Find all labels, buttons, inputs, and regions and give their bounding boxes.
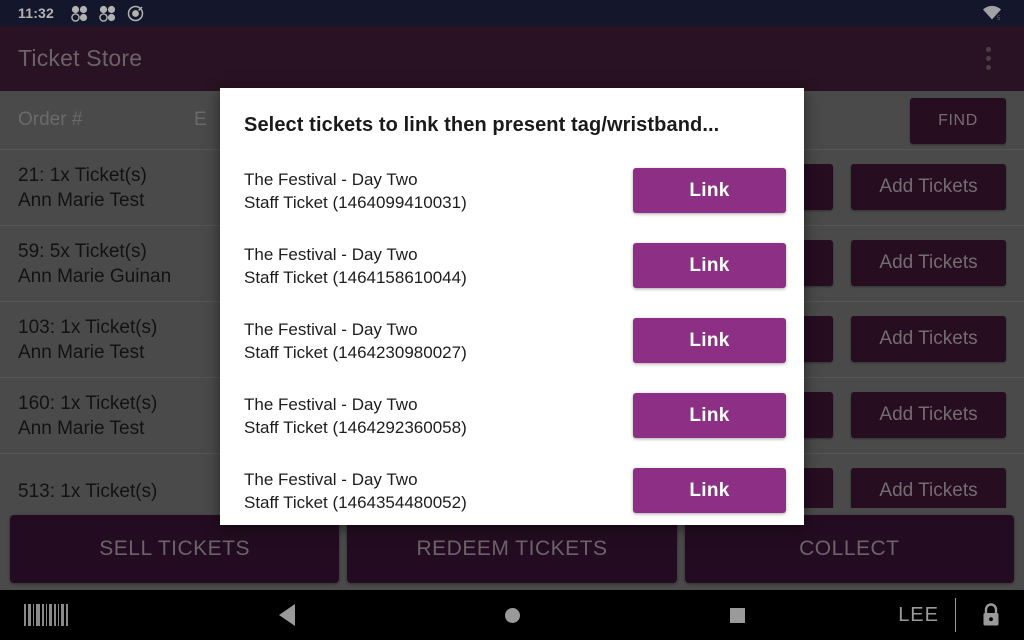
list-item[interactable]: The Festival - Day Two Staff Ticket (146… bbox=[220, 453, 804, 525]
ticket-detail: Staff Ticket (1464099410031) bbox=[244, 192, 467, 212]
ticket-info: The Festival - Day Two Staff Ticket (146… bbox=[244, 168, 633, 214]
list-item[interactable]: The Festival - Day Two Staff Ticket (146… bbox=[220, 378, 804, 453]
back-triangle-icon[interactable] bbox=[279, 604, 295, 626]
ticket-event-name: The Festival - Day Two bbox=[244, 244, 418, 264]
ticket-event-name: The Festival - Day Two bbox=[244, 169, 418, 189]
link-tickets-dialog: Select tickets to link then present tag/… bbox=[220, 88, 804, 525]
home-circle-icon[interactable] bbox=[505, 607, 520, 623]
ticket-info: The Festival - Day Two Staff Ticket (146… bbox=[244, 243, 633, 289]
ticket-detail: Staff Ticket (1464292360058) bbox=[244, 417, 467, 437]
ticket-detail: Staff Ticket (1464158610044) bbox=[244, 267, 467, 287]
ticket-detail: Staff Ticket (1464230980027) bbox=[244, 342, 467, 362]
list-item[interactable]: The Festival - Day Two Staff Ticket (146… bbox=[220, 228, 804, 303]
nav-buttons bbox=[0, 590, 1024, 640]
device-screen: 11:32 5 Ticket Store Order # E FIND 21: … bbox=[0, 0, 1024, 640]
list-item[interactable]: The Festival - Day Two Staff Ticket (146… bbox=[220, 303, 804, 378]
ticket-info: The Festival - Day Two Staff Ticket (146… bbox=[244, 318, 633, 364]
barcode-icon[interactable] bbox=[24, 604, 68, 626]
ticket-info: The Festival - Day Two Staff Ticket (146… bbox=[244, 393, 633, 439]
nav-divider bbox=[955, 598, 956, 632]
lock-icon[interactable] bbox=[980, 602, 1002, 628]
ticket-event-name: The Festival - Day Two bbox=[244, 319, 418, 339]
ticket-detail: Staff Ticket (1464354480052) bbox=[244, 492, 467, 512]
dialog-ticket-list: The Festival - Day Two Staff Ticket (146… bbox=[220, 151, 804, 525]
ticket-event-name: The Festival - Day Two bbox=[244, 469, 418, 489]
nav-right-group: LEE bbox=[898, 590, 1024, 640]
android-nav-bar: LEE bbox=[0, 590, 1024, 640]
recents-square-icon[interactable] bbox=[730, 607, 745, 623]
current-user-label: LEE bbox=[898, 603, 939, 626]
dialog-title: Select tickets to link then present tag/… bbox=[244, 114, 720, 136]
ticket-info: The Festival - Day Two Staff Ticket (146… bbox=[244, 468, 633, 514]
ticket-event-name: The Festival - Day Two bbox=[244, 394, 418, 414]
link-button[interactable]: Link bbox=[633, 168, 786, 213]
link-button[interactable]: Link bbox=[633, 393, 786, 438]
list-item[interactable]: The Festival - Day Two Staff Ticket (146… bbox=[220, 153, 804, 228]
link-button[interactable]: Link bbox=[633, 468, 786, 513]
link-button[interactable]: Link bbox=[633, 243, 786, 288]
link-button[interactable]: Link bbox=[633, 318, 786, 363]
